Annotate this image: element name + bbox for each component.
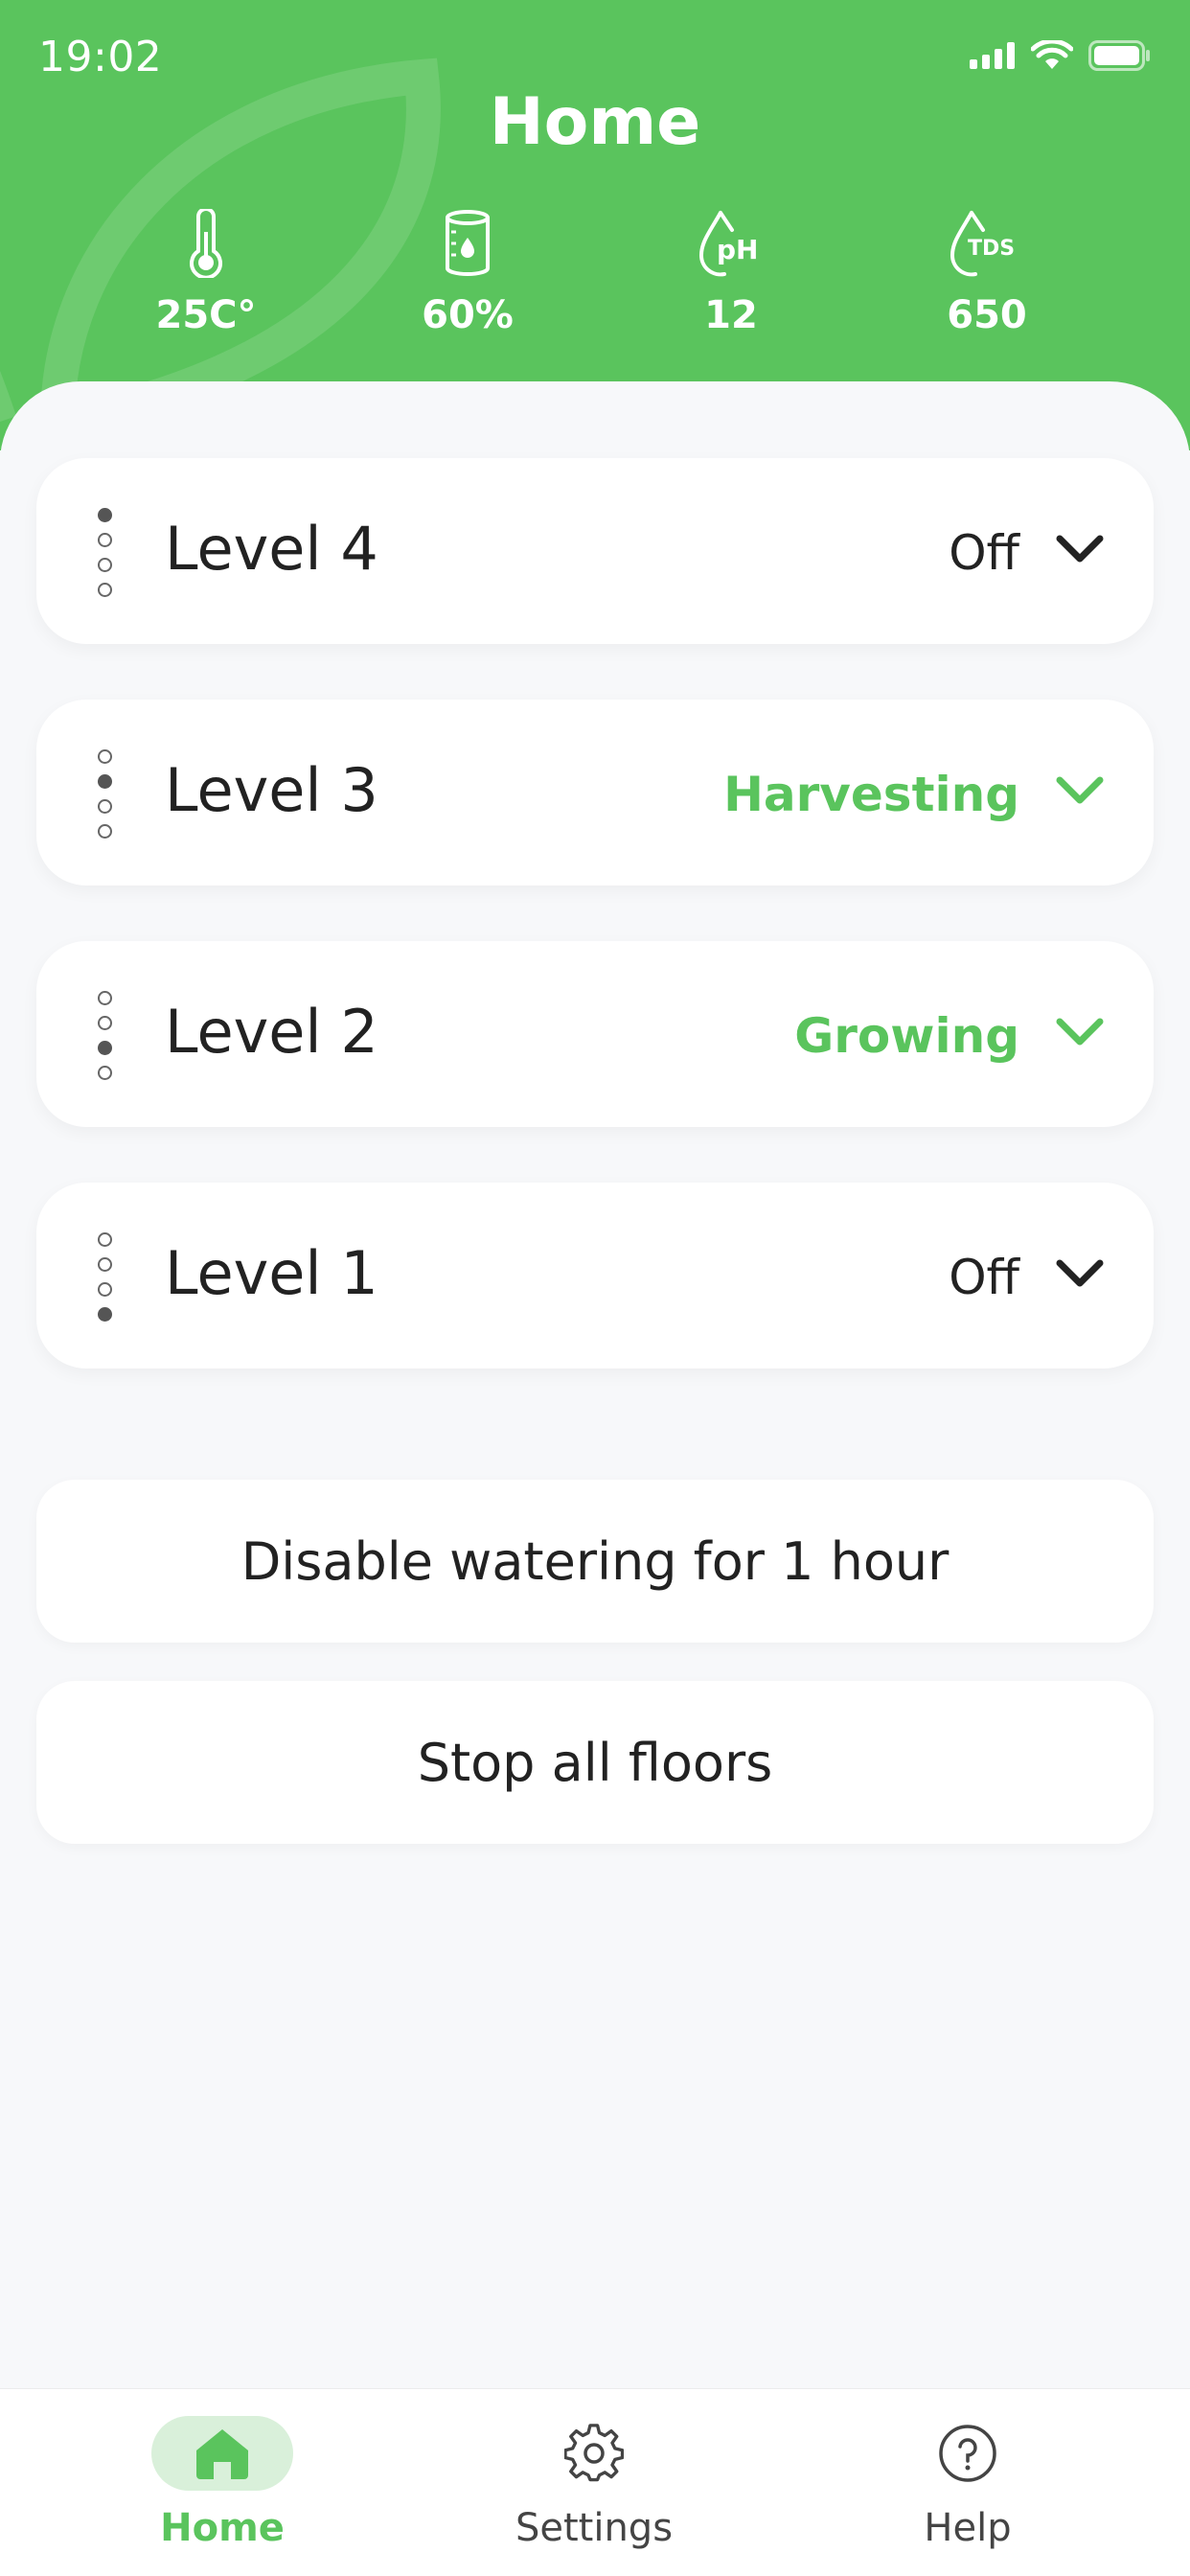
stat-value: 25C° <box>155 293 257 337</box>
level-name: Level 2 <box>165 997 378 1067</box>
tab-bar: Home Settings Help <box>0 2388 1190 2576</box>
ph-drop-icon: pH <box>698 211 758 277</box>
disable-watering-button[interactable]: Disable watering for 1 hour <box>36 1480 1154 1643</box>
level-status: Harvesting <box>723 767 1019 822</box>
level-position-indicator <box>96 1232 115 1322</box>
stat-tds: TDS 650 <box>881 201 1092 337</box>
tab-home-highlight <box>151 2416 293 2491</box>
chevron-down-icon[interactable] <box>1056 1257 1104 1290</box>
tab-label: Help <box>924 2506 1012 2550</box>
stat-ph: pH 12 <box>626 201 836 337</box>
main-content <box>0 381 1190 2386</box>
tab-settings[interactable]: Settings <box>450 2389 738 2576</box>
gear-icon <box>564 2424 624 2482</box>
tds-label: TDS <box>968 237 1015 261</box>
battery-icon <box>1088 40 1150 71</box>
level-name: Level 4 <box>165 514 378 584</box>
level-position-indicator <box>96 991 115 1081</box>
tab-help[interactable]: Help <box>824 2389 1111 2576</box>
tab-settings-icon-wrap <box>523 2416 665 2491</box>
chevron-down-icon[interactable] <box>1056 774 1104 807</box>
home-icon <box>196 2429 248 2479</box>
stat-value: 12 <box>704 293 758 337</box>
chevron-down-icon[interactable] <box>1056 533 1104 565</box>
tab-label: Settings <box>515 2506 674 2550</box>
wifi-icon <box>1031 40 1073 69</box>
level-status: Off <box>949 1250 1019 1305</box>
signal-icon <box>970 42 1015 69</box>
level-card[interactable]: Level 1 Off <box>36 1183 1154 1368</box>
chevron-down-icon[interactable] <box>1056 1016 1104 1048</box>
help-icon <box>939 2425 996 2482</box>
tab-home[interactable]: Home <box>79 2389 366 2576</box>
stop-all-floors-button[interactable]: Stop all floors <box>36 1681 1154 1844</box>
stat-temperature: 25C° <box>101 201 311 337</box>
level-card[interactable]: Level 2 Growing <box>36 941 1154 1127</box>
stat-water-level: 60% <box>362 201 573 337</box>
level-name: Level 1 <box>165 1238 378 1308</box>
stat-value: 650 <box>947 293 1027 337</box>
level-card[interactable]: Level 3 Harvesting <box>36 700 1154 886</box>
status-icons <box>970 40 1152 71</box>
level-status: Growing <box>794 1008 1019 1064</box>
level-card[interactable]: Level 4 Off <box>36 458 1154 644</box>
tab-help-icon-wrap <box>897 2416 1039 2491</box>
stat-value: 60% <box>422 293 514 337</box>
level-position-indicator <box>96 749 115 840</box>
tab-label: Home <box>160 2506 285 2550</box>
level-status: Off <box>949 525 1019 581</box>
tds-drop-icon: TDS <box>950 211 1015 277</box>
page-title: Home <box>489 84 701 160</box>
ph-label: pH <box>717 234 758 265</box>
level-name: Level 3 <box>165 755 378 825</box>
water-tank-icon <box>446 210 490 276</box>
level-position-indicator <box>96 508 115 598</box>
thermometer-icon <box>190 209 222 278</box>
status-time: 19:02 <box>38 33 163 81</box>
